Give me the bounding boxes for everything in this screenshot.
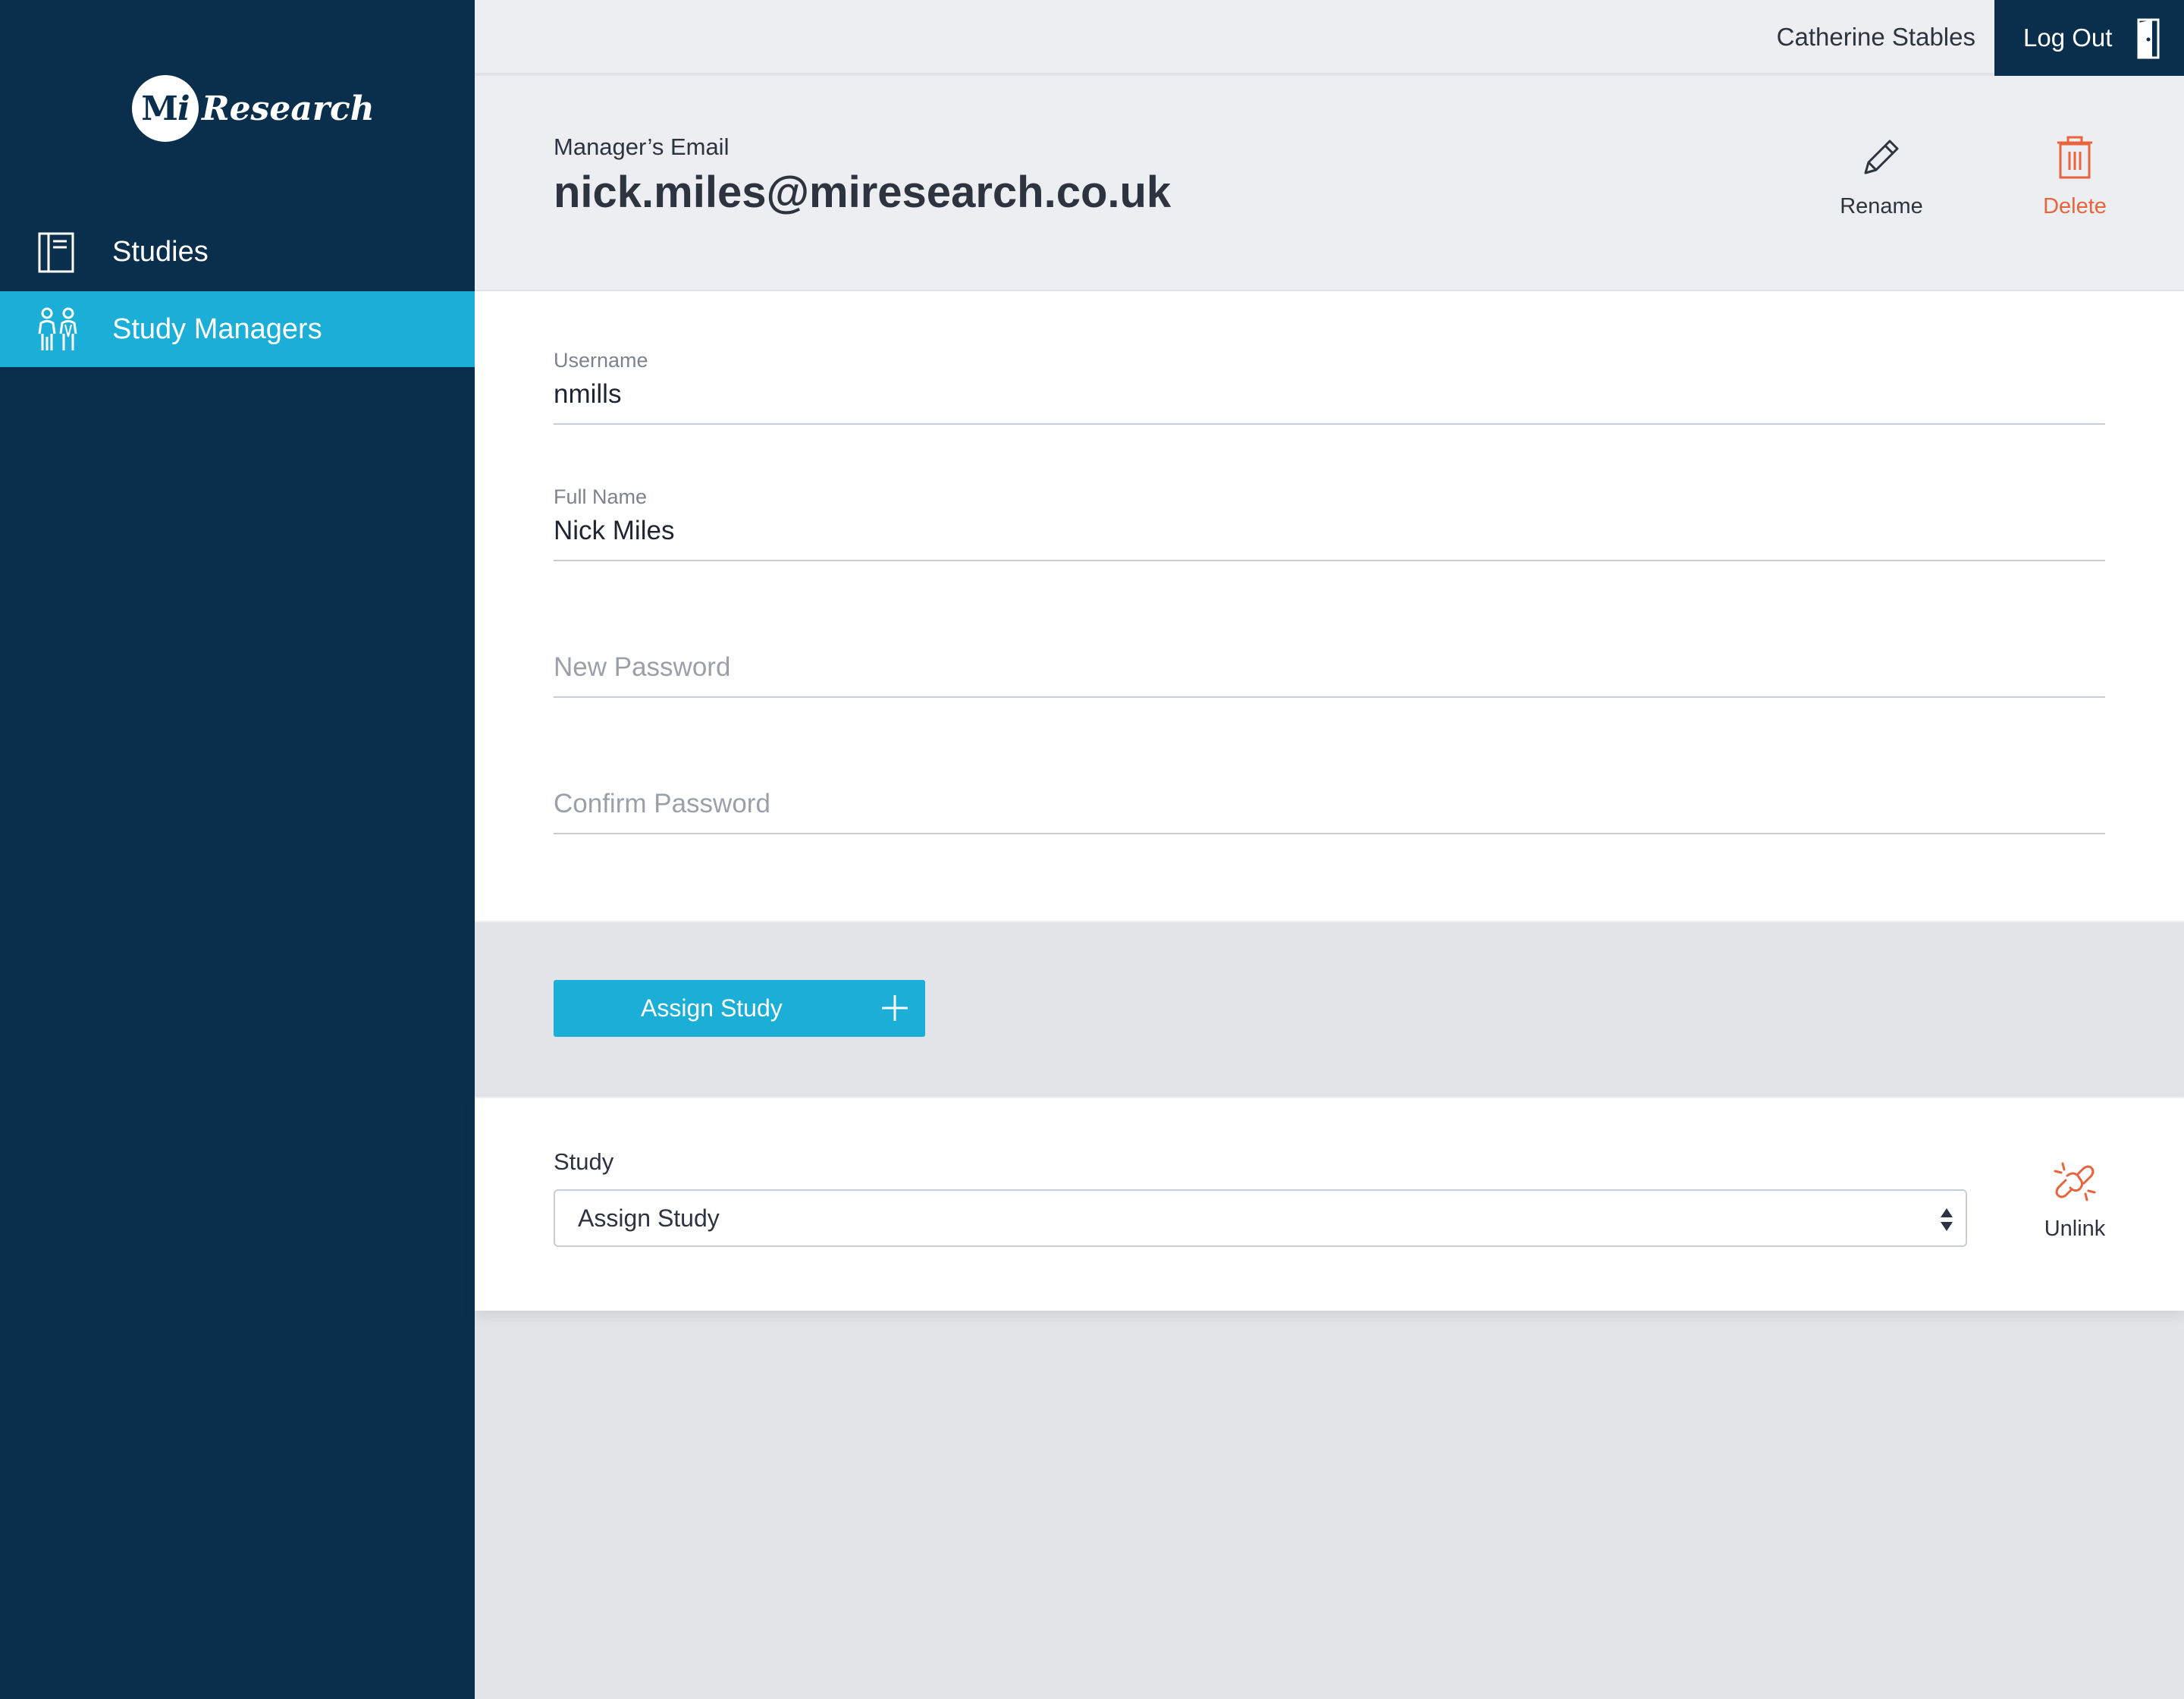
- sidebar-item-label: Studies: [112, 235, 209, 268]
- logout-button[interactable]: Log Out: [1994, 0, 2184, 76]
- sidebar-item-label: Study Managers: [112, 312, 322, 345]
- manager-header: Manager’s Email nick.miles@miresearch.co…: [475, 76, 2184, 291]
- confirm-password-input[interactable]: [554, 789, 2105, 819]
- study-label: Study: [554, 1148, 614, 1175]
- new-password-field: [554, 622, 2105, 698]
- pencil-icon: [1864, 140, 1899, 174]
- current-user-name: Catherine Stables: [1776, 23, 1975, 51]
- section-divider: [475, 921, 2184, 922]
- rename-label: Rename: [1840, 194, 1923, 218]
- delete-label: Delete: [2043, 194, 2107, 218]
- unlink-button[interactable]: Unlink: [2022, 1159, 2128, 1242]
- sidebar: Mi Research Studies Study Managers: [0, 0, 475, 1699]
- rename-button[interactable]: Rename: [1828, 133, 1935, 219]
- username-field: Username: [554, 349, 2105, 425]
- study-select-value: Assign Study: [578, 1204, 720, 1232]
- people-icon: [33, 306, 83, 352]
- top-bar: Catherine Stables Log Out: [475, 0, 2184, 76]
- page-title: nick.miles@miresearch.co.uk: [554, 168, 1172, 217]
- trash-icon: [2057, 136, 2092, 179]
- door-icon: [2137, 18, 2160, 59]
- document-icon: [33, 229, 83, 275]
- plus-icon: [882, 995, 908, 1021]
- confirm-password-field: [554, 758, 2105, 834]
- username-input[interactable]: [554, 379, 2105, 410]
- manager-form: Username Full Name Assign Study: [475, 291, 2184, 1037]
- logo-mark: Mi: [132, 75, 199, 142]
- new-password-input[interactable]: [554, 652, 2105, 683]
- sidebar-item-studies[interactable]: Studies: [0, 214, 475, 290]
- study-assignment-row: Study Assign Study Unlink: [475, 1097, 2184, 1311]
- logo-text: Research: [202, 89, 375, 128]
- select-arrows-icon: [1941, 1208, 1953, 1231]
- study-select[interactable]: Assign Study: [554, 1189, 1967, 1247]
- assign-study-button[interactable]: Assign Study: [554, 980, 925, 1037]
- broken-link-icon: [2054, 1162, 2096, 1201]
- sidebar-item-study-managers[interactable]: Study Managers: [0, 291, 475, 367]
- username-label: Username: [554, 349, 648, 372]
- delete-button[interactable]: Delete: [2022, 133, 2128, 219]
- full-name-label: Full Name: [554, 485, 648, 508]
- full-name-field: Full Name: [554, 485, 2105, 561]
- brand-logo[interactable]: Mi Research: [132, 74, 375, 143]
- email-label: Manager’s Email: [554, 133, 730, 160]
- full-name-input[interactable]: [554, 516, 2105, 546]
- assign-study-label: Assign Study: [641, 994, 783, 1022]
- unlink-label: Unlink: [2044, 1217, 2106, 1241]
- logout-label: Log Out: [2023, 24, 2113, 52]
